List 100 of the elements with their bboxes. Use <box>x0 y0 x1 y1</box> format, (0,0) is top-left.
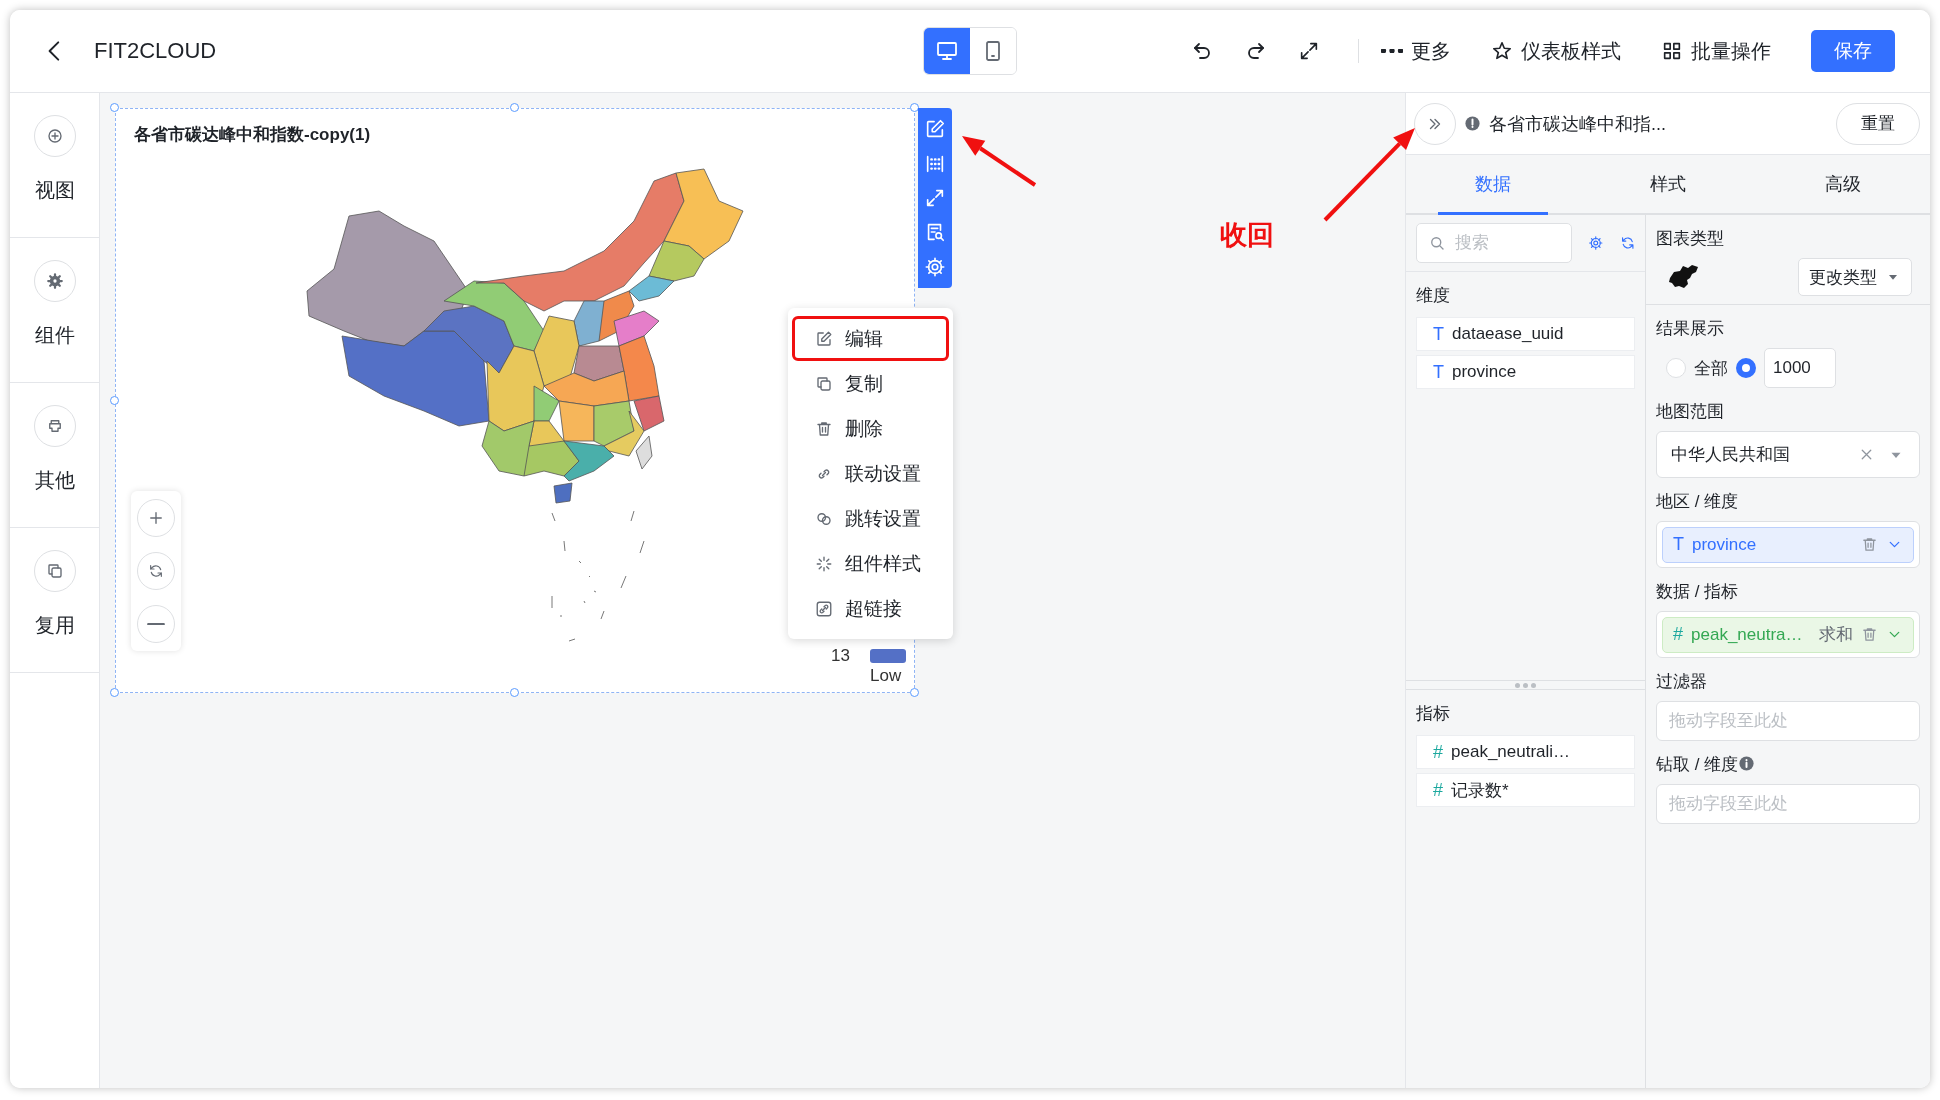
map-range-select[interactable]: 中华人民共和国 <box>1656 431 1920 478</box>
field-name: province <box>1452 362 1517 382</box>
field-chip[interactable]: T province <box>1662 526 1914 563</box>
sidebar-label[interactable]: 复用 <box>34 612 75 639</box>
save-button[interactable]: 保存 <box>1811 30 1895 72</box>
menu-item[interactable]: 组件样式 <box>792 541 949 586</box>
gear-icon <box>45 272 64 290</box>
field-item[interactable]: T province <box>1416 355 1635 389</box>
trash-icon <box>815 419 833 438</box>
panel-tab[interactable]: 数据 <box>1438 155 1549 215</box>
panel-title: 各省市碳达峰中和指... <box>1489 112 1667 136</box>
section-label: 钻取 / 维度 <box>1656 755 1739 774</box>
drag-handle-dot[interactable] <box>1531 682 1536 688</box>
legend-bar <box>870 649 906 663</box>
desktop-view-button[interactable] <box>924 28 970 74</box>
alert-icon <box>1464 115 1481 132</box>
copy-icon <box>815 374 833 393</box>
field-name: peak_neutrali… <box>1451 742 1571 762</box>
monitor-icon <box>935 39 959 63</box>
trash-icon[interactable] <box>1861 536 1878 553</box>
settings-icon[interactable] <box>924 255 946 278</box>
refresh-icon[interactable] <box>1619 234 1635 252</box>
toolbar-action[interactable]: 更多 <box>1381 37 1451 65</box>
zoom-out-button[interactable] <box>137 605 175 644</box>
star-icon <box>1491 40 1513 62</box>
field-type-mark: T <box>1433 323 1444 345</box>
info-icon <box>1738 755 1756 772</box>
legend-label: Low <box>870 666 903 686</box>
field-name: province <box>1692 534 1758 555</box>
section-label: 图表类型 <box>1656 228 1725 250</box>
field-item[interactable]: # 记录数* <box>1416 773 1635 807</box>
drop-field[interactable]: 拖动字段至此处 <box>1656 701 1920 741</box>
edit-icon <box>815 329 833 348</box>
field-chip[interactable]: # peak_neutra… 求和 <box>1662 616 1914 653</box>
minus-icon <box>147 623 165 626</box>
resize-handle[interactable] <box>510 688 519 697</box>
menu-item[interactable]: 编辑 <box>792 316 949 361</box>
field-item[interactable]: # peak_neutrali… <box>1416 735 1635 769</box>
resize-handle[interactable] <box>510 103 519 112</box>
annotation-label: 收回 <box>1220 219 1274 252</box>
reset-button[interactable]: 重置 <box>1836 102 1920 145</box>
add-icon <box>45 127 64 145</box>
field-name: dataease_uuid <box>1452 324 1564 344</box>
section-label: 维度 <box>1415 285 1451 307</box>
resize-handle[interactable] <box>110 396 119 405</box>
resize-handle[interactable] <box>910 688 919 697</box>
china-map-icon <box>1668 264 1700 290</box>
drag-handle-dot[interactable] <box>1523 682 1528 688</box>
change-type-button[interactable]: 更改类型 <box>1798 258 1912 296</box>
menu-item[interactable]: 复制 <box>792 361 949 406</box>
select-value: 中华人民共和国 <box>1671 444 1790 466</box>
panel-tab[interactable]: 高级 <box>1787 155 1898 215</box>
menu-item[interactable]: 超链接 <box>792 586 949 631</box>
zoom-in-button[interactable] <box>137 498 175 537</box>
menu-item[interactable]: 联动设置 <box>792 451 949 496</box>
app-title: FIT2CLOUD <box>94 38 217 64</box>
field-name: 记录数* <box>1451 779 1509 802</box>
fullscreen-icon[interactable] <box>1298 40 1320 62</box>
collapse-button[interactable] <box>1414 102 1456 145</box>
chart-title: 各省市碳达峰中和指数-copy(1) <box>134 124 371 146</box>
aggregation-label: 求和 <box>1819 624 1853 646</box>
grid-icon <box>1661 40 1683 62</box>
radio-button[interactable] <box>1736 358 1756 378</box>
menu-item[interactable]: 跳转设置 <box>792 496 949 541</box>
radio-label[interactable]: 全部 <box>1694 356 1728 380</box>
section-label: 数据 / 指标 <box>1656 581 1740 603</box>
section-label: 地区 / 维度 <box>1656 491 1740 513</box>
more-icon <box>1381 49 1403 53</box>
sidebar-label[interactable]: 组件 <box>34 322 75 349</box>
sparkle-icon <box>815 554 833 573</box>
field-item[interactable]: T dataease_uuid <box>1416 317 1635 351</box>
field-type-mark: # <box>1433 779 1443 801</box>
trash-icon[interactable] <box>1861 626 1878 643</box>
reset-zoom-button[interactable] <box>137 552 175 590</box>
refresh-icon <box>148 563 164 579</box>
menu-item[interactable]: 删除 <box>792 406 949 451</box>
field-type-mark: T <box>1433 361 1444 383</box>
field-type-mark: # <box>1673 624 1683 645</box>
field-type-mark: T <box>1673 534 1684 555</box>
field-type-mark: # <box>1433 741 1443 763</box>
section-label: 结果展示 <box>1656 318 1725 340</box>
copy-icon <box>45 562 64 580</box>
count-input[interactable]: 1000 <box>1764 348 1836 388</box>
sidebar-label[interactable]: 其他 <box>34 467 75 494</box>
search-field[interactable]: 搜索 <box>1416 223 1572 263</box>
legend-value: 13 <box>831 646 850 666</box>
link-icon <box>815 599 833 618</box>
drop-field[interactable]: 拖动字段至此处 <box>1656 784 1920 824</box>
field-name: peak_neutra… <box>1691 624 1804 645</box>
resize-handle[interactable] <box>110 103 119 112</box>
section-label: 地图范围 <box>1656 401 1725 423</box>
toolbar-action[interactable]: 仪表板样式 <box>1491 37 1621 65</box>
sidebar-label[interactable]: 视图 <box>34 177 75 204</box>
settings-icon[interactable] <box>1588 234 1604 252</box>
panel-tab[interactable]: 样式 <box>1613 155 1723 215</box>
section-label: 指标 <box>1415 703 1451 725</box>
section-label: 过滤器 <box>1656 671 1708 693</box>
drag-handle-dot[interactable] <box>1515 682 1520 688</box>
toolbar-action[interactable]: 批量操作 <box>1661 37 1771 65</box>
resize-handle[interactable] <box>110 688 119 697</box>
